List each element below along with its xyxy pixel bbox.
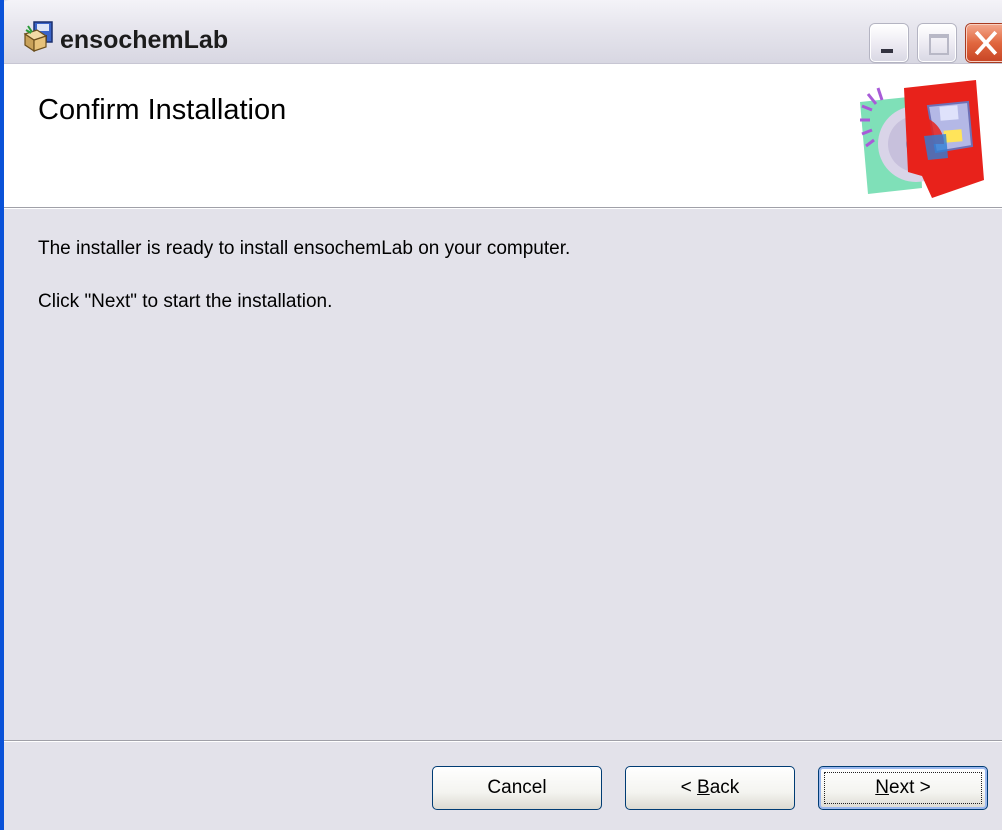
minimize-icon: [881, 49, 893, 53]
maximize-icon: [929, 34, 949, 55]
next-rest: ext >: [889, 777, 931, 798]
title-bar[interactable]: ensochemLab: [4, 0, 1002, 64]
header-banner: Confirm Installation: [4, 64, 1002, 208]
back-button-label: < Back: [681, 777, 740, 798]
window-title: ensochemLab: [60, 26, 229, 54]
footer-divider: [4, 740, 1002, 742]
back-button[interactable]: < Back: [625, 766, 795, 810]
instruction-message: Click "Next" to start the installation.: [38, 291, 333, 312]
back-rest: ack: [709, 777, 740, 798]
minimize-button[interactable]: [870, 24, 908, 62]
banner-separator: [4, 208, 1002, 209]
maximize-button[interactable]: [918, 24, 956, 62]
close-button[interactable]: [966, 24, 1002, 62]
close-icon: [974, 30, 998, 56]
installer-window: ensochemLab Confirm Installation The ins…: [0, 0, 1002, 830]
cancel-button[interactable]: Cancel: [432, 766, 602, 810]
next-button[interactable]: Next >: [818, 766, 988, 810]
cancel-button-label: Cancel: [487, 777, 547, 798]
next-button-label: Next >: [875, 777, 930, 798]
page-title: Confirm Installation: [38, 94, 287, 126]
setup-cd-floppy-icon: [860, 80, 984, 198]
back-prefix: <: [680, 777, 698, 798]
next-accelerator: N: [875, 777, 889, 798]
back-accelerator: B: [697, 777, 710, 798]
ready-message: The installer is ready to install ensoch…: [38, 238, 571, 259]
installer-app-icon: [23, 21, 53, 53]
